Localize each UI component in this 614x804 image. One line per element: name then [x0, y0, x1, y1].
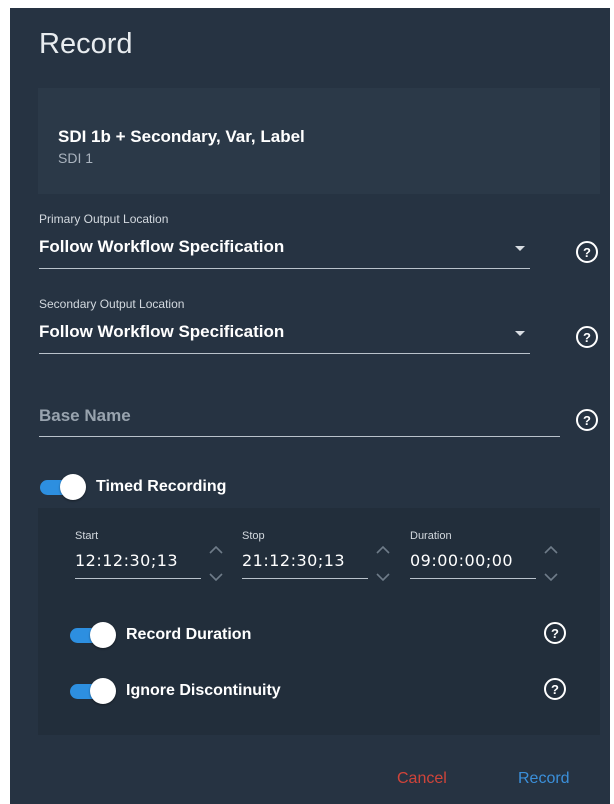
help-circle-icon[interactable]: ?	[576, 326, 598, 348]
duration-input[interactable]: 09:00:00;00	[410, 551, 513, 570]
secondary-output-label: Secondary Output Location	[39, 297, 185, 311]
timed-recording-label: Timed Recording	[96, 478, 227, 495]
base-name-input[interactable]: Base Name	[39, 406, 131, 426]
ignore-discontinuity-label: Ignore Discontinuity	[126, 682, 281, 699]
stop-field: Stop 21:12:30;13	[242, 530, 402, 590]
source-card: SDI 1b + Secondary, Var, Label SDI 1	[38, 88, 600, 194]
chevron-up-icon[interactable]	[208, 545, 224, 555]
toggle-knob	[90, 678, 116, 704]
help-circle-icon[interactable]: ?	[544, 622, 566, 644]
primary-output-select[interactable]: Follow Workflow Specification	[39, 237, 284, 257]
primary-output-underline	[39, 268, 530, 269]
stop-label: Stop	[242, 530, 265, 542]
source-input: SDI 1	[58, 150, 94, 166]
toggle-knob	[60, 474, 86, 500]
chevron-down-icon[interactable]	[375, 572, 391, 582]
secondary-output-select[interactable]: Follow Workflow Specification	[39, 322, 284, 342]
start-field: Start 12:12:30;13	[75, 530, 235, 590]
duration-underline	[410, 578, 536, 579]
start-input[interactable]: 12:12:30;13	[75, 551, 178, 570]
caret-down-icon[interactable]	[515, 331, 525, 336]
stop-input[interactable]: 21:12:30;13	[242, 551, 345, 570]
chevron-down-icon[interactable]	[543, 572, 559, 582]
chevron-up-icon[interactable]	[543, 545, 559, 555]
record-duration-label: Record Duration	[126, 626, 252, 643]
timed-recording-toggle[interactable]	[40, 474, 86, 500]
caret-down-icon[interactable]	[515, 246, 525, 251]
record-button[interactable]: Record	[518, 770, 570, 788]
cancel-button[interactable]: Cancel	[397, 770, 447, 788]
base-name-underline	[39, 436, 560, 437]
start-label: Start	[75, 530, 99, 542]
chevron-up-icon[interactable]	[375, 545, 391, 555]
ignore-discontinuity-toggle[interactable]	[70, 678, 116, 704]
start-underline	[75, 578, 201, 579]
secondary-output-underline	[39, 353, 530, 354]
stop-underline	[242, 578, 368, 579]
dialog-title: Record	[39, 28, 133, 60]
toggle-knob	[90, 622, 116, 648]
help-circle-icon[interactable]: ?	[576, 241, 598, 263]
duration-field: Duration 09:00:00;00	[410, 530, 570, 590]
record-dialog: Record SDI 1b + Secondary, Var, Label SD…	[10, 8, 610, 804]
record-duration-toggle[interactable]	[70, 622, 116, 648]
help-circle-icon[interactable]: ?	[544, 678, 566, 700]
source-name: SDI 1b + Secondary, Var, Label	[58, 127, 305, 146]
chevron-down-icon[interactable]	[208, 572, 224, 582]
duration-label: Duration	[410, 530, 452, 542]
primary-output-label: Primary Output Location	[39, 212, 169, 226]
help-circle-icon[interactable]: ?	[576, 409, 598, 431]
timed-recording-panel: Start 12:12:30;13 Stop 21:12:30;13 Durat…	[38, 508, 600, 735]
